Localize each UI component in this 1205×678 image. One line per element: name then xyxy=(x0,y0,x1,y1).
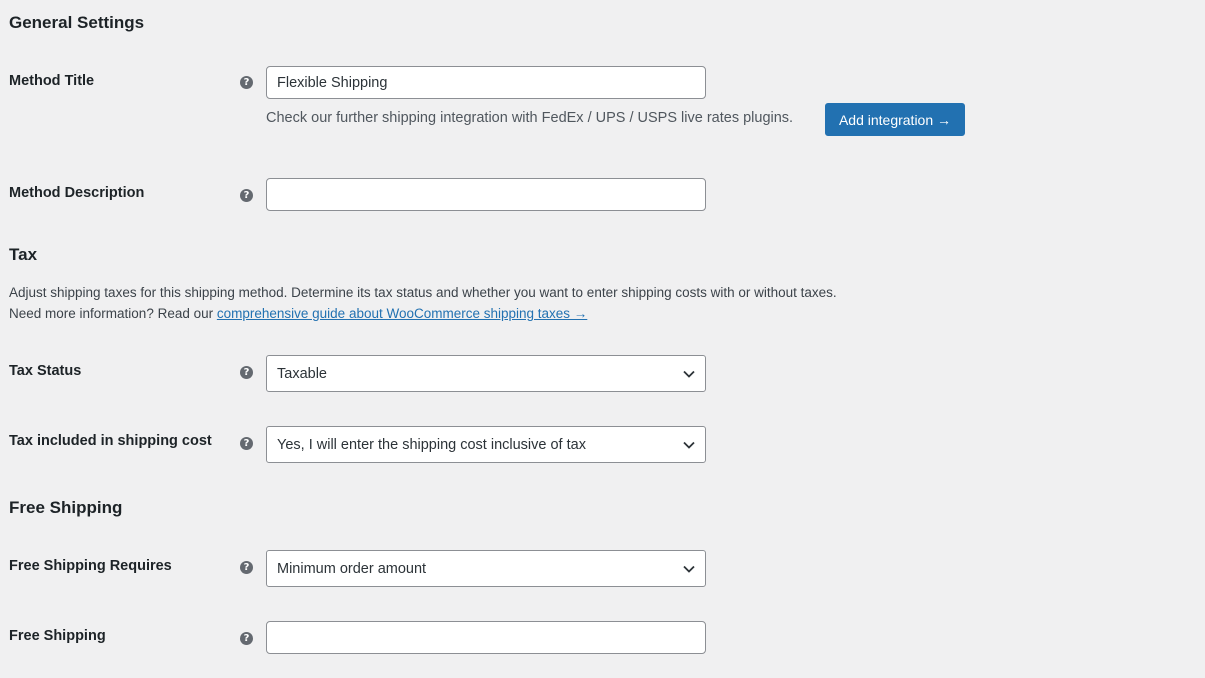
chevron-down-icon xyxy=(683,370,695,378)
free-shipping-requires-value: Minimum order amount xyxy=(277,560,427,577)
free-shipping-input[interactable] xyxy=(266,621,706,654)
add-integration-button[interactable]: Add integration → xyxy=(825,103,965,136)
chevron-down-icon xyxy=(683,565,695,573)
method-description-input[interactable] xyxy=(266,178,706,211)
tax-status-label: Tax Status xyxy=(9,363,82,379)
free-shipping-requires-label: Free Shipping Requires xyxy=(9,558,172,574)
chevron-down-icon xyxy=(683,441,695,449)
tax-description: Adjust shipping taxes for this shipping … xyxy=(9,285,837,300)
tax-heading: Tax xyxy=(9,245,38,264)
help-icon[interactable]: ? xyxy=(240,437,253,450)
free-shipping-requires-select[interactable]: Minimum order amount xyxy=(266,550,706,587)
tax-guide-link[interactable]: comprehensive guide about WooCommerce sh… xyxy=(217,306,587,321)
tax-status-value: Taxable xyxy=(277,365,327,382)
tax-more-info-text: Need more information? Read our xyxy=(9,306,217,321)
help-icon[interactable]: ? xyxy=(240,76,253,89)
tax-included-select[interactable]: Yes, I will enter the shipping cost incl… xyxy=(266,426,706,463)
help-icon[interactable]: ? xyxy=(240,366,253,379)
integration-note: Check our further shipping integration w… xyxy=(266,110,794,126)
method-title-input[interactable] xyxy=(266,66,706,99)
shipping-method-settings: General Settings Method Title ? Check ou… xyxy=(0,0,1205,678)
tax-included-value: Yes, I will enter the shipping cost incl… xyxy=(277,436,586,453)
general-settings-heading: General Settings xyxy=(9,13,145,32)
free-shipping-label: Free Shipping xyxy=(9,628,106,644)
method-title-label: Method Title xyxy=(9,73,95,89)
help-icon[interactable]: ? xyxy=(240,561,253,574)
help-icon[interactable]: ? xyxy=(240,189,253,202)
tax-more-info: Need more information? Read our comprehe… xyxy=(9,306,587,321)
help-icon[interactable]: ? xyxy=(240,632,253,645)
tax-included-label: Tax included in shipping cost xyxy=(9,433,212,449)
free-shipping-heading: Free Shipping xyxy=(9,498,123,517)
tax-status-select[interactable]: Taxable xyxy=(266,355,706,392)
method-description-label: Method Description xyxy=(9,185,145,201)
